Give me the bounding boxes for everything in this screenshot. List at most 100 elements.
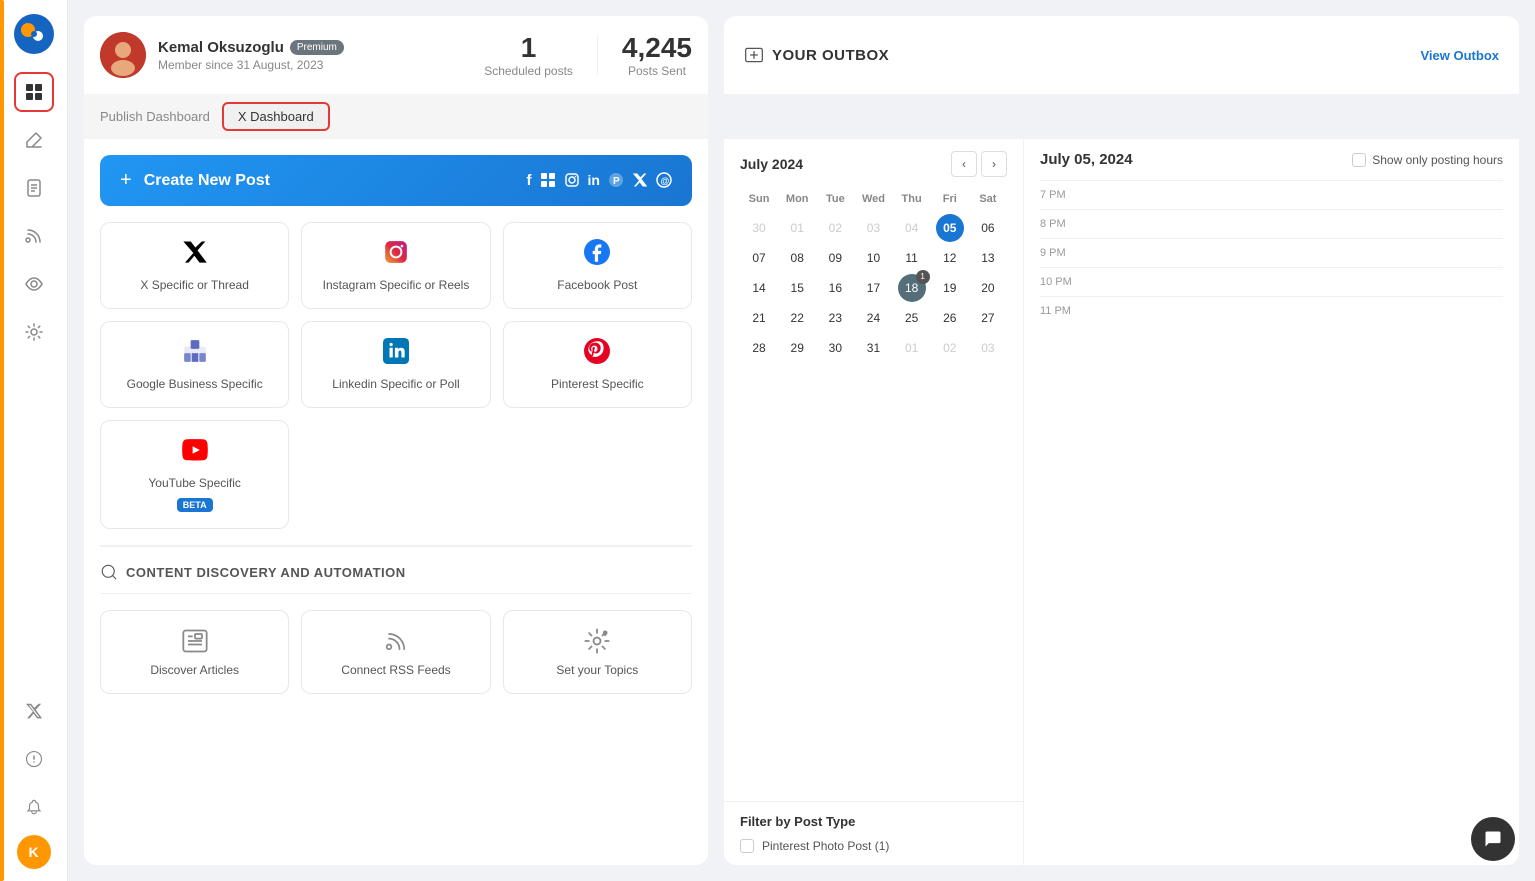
cal-day-08[interactable]: 08 <box>783 244 811 272</box>
cal-day-27[interactable]: 27 <box>974 304 1002 332</box>
edit-icon[interactable] <box>14 120 54 160</box>
cal-day-18[interactable]: 18 1 <box>898 274 926 302</box>
plus-icon: + <box>120 169 132 192</box>
day-tue: Tue <box>816 189 854 209</box>
cal-day-12[interactable]: 12 <box>936 244 964 272</box>
cal-day-02-next[interactable]: 02 <box>936 334 964 362</box>
linkedin-create-icon: in <box>588 172 600 189</box>
user-avatar-nav[interactable]: K <box>17 835 51 869</box>
chat-icon <box>1483 829 1503 849</box>
selected-date-label: July 05, 2024 <box>1040 151 1133 168</box>
cal-day-21[interactable]: 21 <box>745 304 773 332</box>
youtube-card[interactable]: YouTube Specific BETA <box>100 420 289 529</box>
threads-create-icon: @ <box>656 172 672 188</box>
cal-day-24[interactable]: 24 <box>859 304 887 332</box>
info-icon[interactable] <box>14 739 54 779</box>
cal-day-09[interactable]: 09 <box>821 244 849 272</box>
calendar-panel: July 2024 ‹ › Sun Mon <box>724 139 1023 801</box>
time-slot-10pm: 10 PM <box>1040 267 1503 296</box>
next-month-button[interactable]: › <box>981 151 1007 177</box>
nav-bottom: K <box>14 691 54 869</box>
user-info: Kemal Oksuzoglu Premium Member since 31 … <box>158 39 344 72</box>
time-label-10pm: 10 PM <box>1040 276 1080 288</box>
pinterest-card[interactable]: Pinterest Specific <box>503 321 692 408</box>
cal-day-03-next[interactable]: 03 <box>974 334 1002 362</box>
cal-day-02-prev[interactable]: 02 <box>821 214 849 242</box>
x-dashboard-tab[interactable]: X Dashboard <box>222 102 330 131</box>
instagram-card[interactable]: Instagram Specific or Reels <box>301 222 490 309</box>
calendar-week-5: 28 29 30 31 01 02 03 <box>740 333 1007 363</box>
content-discovery-section: CONTENT DISCOVERY AND AUTOMATION Di <box>100 545 692 694</box>
connect-rss-card[interactable]: Connect RSS Feeds <box>301 610 490 694</box>
cal-day-20[interactable]: 20 <box>974 274 1002 302</box>
cal-day-01-next[interactable]: 01 <box>898 334 926 362</box>
cal-day-04-prev[interactable]: 04 <box>898 214 926 242</box>
create-post-button[interactable]: + Create New Post f <box>100 155 692 206</box>
discover-articles-label: Discover Articles <box>150 663 239 677</box>
cal-day-17[interactable]: 17 <box>859 274 887 302</box>
cal-day-30-prev[interactable]: 30 <box>745 214 773 242</box>
cal-day-01-prev[interactable]: 01 <box>783 214 811 242</box>
cal-day-31[interactable]: 31 <box>859 334 887 362</box>
facebook-card[interactable]: Facebook Post <box>503 222 692 309</box>
filter-checkbox[interactable] <box>740 839 754 853</box>
cal-day-25[interactable]: 25 <box>898 304 926 332</box>
cal-day-13[interactable]: 13 <box>974 244 1002 272</box>
outbox-content: July 2024 ‹ › Sun Mon <box>724 139 1519 865</box>
bell-icon[interactable] <box>14 787 54 827</box>
cal-day-30[interactable]: 30 <box>821 334 849 362</box>
cal-day-16[interactable]: 16 <box>821 274 849 302</box>
outbox-spacer <box>724 94 1519 139</box>
filter-pinterest-label: Pinterest Photo Post (1) <box>762 839 889 853</box>
member-since: Member since 31 August, 2023 <box>158 58 344 72</box>
view-outbox-link[interactable]: View Outbox <box>1421 48 1500 63</box>
scheduled-value: 1 <box>484 32 573 64</box>
calendar-week-3: 14 15 16 17 18 1 19 20 <box>740 273 1007 303</box>
cal-day-28[interactable]: 28 <box>745 334 773 362</box>
help-chat-button[interactable] <box>1471 817 1515 861</box>
posting-hours-checkbox[interactable] <box>1352 153 1366 167</box>
content-discovery-header: CONTENT DISCOVERY AND AUTOMATION <box>100 563 692 594</box>
cal-day-05-today[interactable]: 05 <box>936 214 964 242</box>
user-section: Kemal Oksuzoglu Premium Member since 31 … <box>100 32 344 78</box>
youtube-label: YouTube Specific <box>148 476 241 490</box>
cal-day-06[interactable]: 06 <box>974 214 1002 242</box>
discover-articles-card[interactable]: Discover Articles <box>100 610 289 694</box>
time-header: July 05, 2024 Show only posting hours <box>1040 151 1503 168</box>
cal-day-11[interactable]: 11 <box>898 244 926 272</box>
x-specific-card[interactable]: X Specific or Thread <box>100 222 289 309</box>
app-logo[interactable] <box>12 12 56 56</box>
newspaper-icon <box>181 627 209 655</box>
eye-icon[interactable] <box>14 264 54 304</box>
twitter-nav-icon[interactable] <box>14 691 54 731</box>
filter-pinterest-item[interactable]: Pinterest Photo Post (1) <box>740 839 1007 853</box>
time-label-7pm: 7 PM <box>1040 189 1080 201</box>
rss-nav-icon[interactable] <box>14 216 54 256</box>
linkedin-card[interactable]: Linkedin Specific or Poll <box>301 321 490 408</box>
cal-day-29[interactable]: 29 <box>783 334 811 362</box>
grid-icon[interactable] <box>14 72 54 112</box>
cal-day-03-prev[interactable]: 03 <box>859 214 887 242</box>
facebook-label: Facebook Post <box>557 278 637 292</box>
time-panel: July 05, 2024 Show only posting hours 7 … <box>1024 139 1519 865</box>
instagram-create-icon <box>564 172 580 188</box>
x-icon <box>182 239 208 270</box>
tab-row: Publish Dashboard X Dashboard <box>68 94 1535 139</box>
cal-day-26[interactable]: 26 <box>936 304 964 332</box>
cal-day-19[interactable]: 19 <box>936 274 964 302</box>
main-layout: Kemal Oksuzoglu Premium Member since 31 … <box>68 0 1535 881</box>
set-topics-card[interactable]: Set your Topics <box>503 610 692 694</box>
cal-day-07[interactable]: 07 <box>745 244 773 272</box>
document-icon[interactable] <box>14 168 54 208</box>
cal-day-22[interactable]: 22 <box>783 304 811 332</box>
settings-icon[interactable] <box>14 312 54 352</box>
cal-day-23[interactable]: 23 <box>821 304 849 332</box>
filter-section: Filter by Post Type Pinterest Photo Post… <box>724 801 1023 865</box>
cal-day-14[interactable]: 14 <box>745 274 773 302</box>
cal-day-10[interactable]: 10 <box>859 244 887 272</box>
prev-month-button[interactable]: ‹ <box>951 151 977 177</box>
calendar-week-1: 30 01 02 03 04 05 06 <box>740 213 1007 243</box>
google-business-card[interactable]: Google Business Specific <box>100 321 289 408</box>
instagram-icon <box>383 239 409 270</box>
cal-day-15[interactable]: 15 <box>783 274 811 302</box>
